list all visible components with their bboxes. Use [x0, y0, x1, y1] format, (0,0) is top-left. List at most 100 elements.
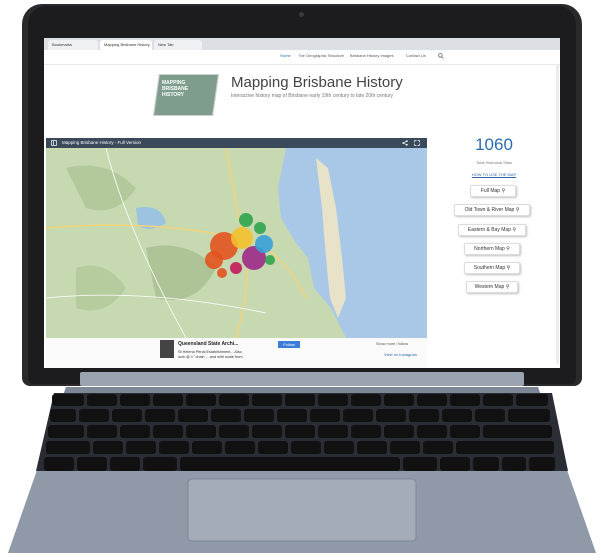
key[interactable] — [376, 409, 406, 422]
key[interactable] — [318, 425, 348, 438]
key[interactable] — [93, 441, 123, 454]
post-text-line2: look @ 1" chain ... and with scale from — [178, 355, 243, 359]
key[interactable] — [48, 425, 84, 438]
sites-count: 1060 — [475, 135, 513, 154]
browser-tab-active[interactable]: Mapping Brisbane History — [100, 40, 152, 50]
key[interactable] — [52, 394, 84, 406]
key[interactable] — [77, 457, 107, 471]
key[interactable] — [417, 425, 447, 438]
key[interactable] — [285, 425, 315, 438]
key[interactable] — [450, 394, 480, 406]
browser-tab[interactable]: New Tab — [154, 40, 202, 50]
key[interactable] — [318, 394, 348, 406]
full-map-button[interactable]: Full Map ⚲ — [470, 185, 516, 197]
key[interactable] — [178, 409, 208, 422]
key[interactable] — [516, 394, 548, 406]
key[interactable] — [475, 409, 505, 422]
key[interactable] — [403, 457, 437, 471]
key[interactable] — [50, 409, 76, 422]
key[interactable] — [423, 441, 453, 454]
key[interactable] — [417, 394, 447, 406]
key[interactable] — [192, 441, 222, 454]
key[interactable] — [351, 425, 381, 438]
key[interactable] — [87, 394, 117, 406]
key[interactable] — [143, 457, 177, 471]
key[interactable] — [390, 441, 420, 454]
key[interactable] — [324, 441, 354, 454]
key[interactable] — [46, 441, 90, 454]
western-map-button[interactable]: Western Map ⚲ — [466, 281, 518, 293]
search-icon: ⚲ — [512, 227, 517, 233]
nav-home[interactable]: Home — [280, 53, 291, 58]
key[interactable] — [508, 409, 550, 422]
key[interactable] — [351, 394, 381, 406]
nav-contact[interactable]: Contact Us — [406, 53, 426, 58]
sidebar-icon[interactable] — [51, 140, 57, 146]
key[interactable] — [153, 425, 183, 438]
key[interactable] — [258, 441, 288, 454]
key[interactable] — [120, 425, 150, 438]
key[interactable] — [343, 409, 373, 422]
key[interactable] — [450, 425, 480, 438]
key[interactable] — [79, 409, 109, 422]
key[interactable] — [252, 394, 282, 406]
nav-geographic-structure[interactable]: The Geographic Structure — [298, 53, 344, 58]
post-thumbnail[interactable] — [160, 340, 174, 358]
share-icon[interactable] — [402, 140, 408, 146]
key[interactable] — [120, 394, 150, 406]
post-author[interactable]: Queensland State Archi... — [178, 341, 238, 347]
how-to-link[interactable]: HOW TO USE THE MAP — [428, 172, 560, 177]
page-scrollbar[interactable] — [556, 64, 559, 364]
key[interactable] — [44, 457, 74, 471]
site-nav: Home The Geographic Structure Brisbane H… — [44, 50, 560, 65]
post-text-line1: St Helena Penal Establishment... Also — [178, 350, 242, 354]
key[interactable] — [384, 394, 414, 406]
map-title: Mapping Brisbane History - Full Version — [62, 140, 142, 145]
key[interactable] — [456, 441, 554, 454]
key[interactable] — [291, 441, 321, 454]
key[interactable] — [483, 394, 513, 406]
key[interactable] — [409, 409, 439, 422]
key[interactable] — [244, 409, 274, 422]
map-canvas[interactable] — [46, 148, 427, 338]
key[interactable] — [112, 409, 142, 422]
key[interactable] — [87, 425, 117, 438]
key[interactable] — [483, 425, 552, 438]
key[interactable] — [126, 441, 156, 454]
southern-map-button[interactable]: Southern Map ⚲ — [464, 262, 520, 274]
view-post-link[interactable]: View on Instagram — [384, 352, 417, 357]
key[interactable] — [277, 409, 307, 422]
browser-tab[interactable]: Bookmarks — [48, 40, 98, 50]
key[interactable] — [502, 457, 526, 471]
key[interactable] — [473, 457, 499, 471]
key[interactable] — [285, 394, 315, 406]
key[interactable] — [219, 394, 249, 406]
key[interactable] — [186, 425, 216, 438]
laptop-screen: Bookmarks Mapping Brisbane History New T… — [44, 38, 560, 368]
key[interactable] — [384, 425, 414, 438]
key[interactable] — [110, 457, 140, 471]
key[interactable] — [159, 441, 189, 454]
key[interactable] — [357, 441, 387, 454]
map-header: Mapping Brisbane History - Full Version — [46, 138, 427, 148]
key[interactable] — [219, 425, 249, 438]
northern-map-button[interactable]: Northern Map ⚲ — [464, 243, 520, 255]
interactive-map[interactable] — [46, 148, 427, 338]
search-icon[interactable] — [438, 53, 444, 59]
key[interactable] — [153, 394, 183, 406]
old-town-river-map-button[interactable]: Old Town & River Map ⚲ — [454, 204, 530, 216]
key[interactable] — [225, 441, 255, 454]
key[interactable] — [440, 457, 470, 471]
key[interactable] — [529, 457, 555, 471]
spacebar[interactable] — [180, 457, 400, 471]
follow-button[interactable]: Follow — [278, 341, 300, 348]
key[interactable] — [186, 394, 216, 406]
nav-history-images[interactable]: Brisbane History Images — [350, 53, 394, 58]
key[interactable] — [442, 409, 472, 422]
key[interactable] — [145, 409, 175, 422]
fullscreen-icon[interactable] — [414, 140, 420, 146]
eastern-bay-map-button[interactable]: Eastern & Bay Map ⚲ — [458, 224, 526, 236]
key[interactable] — [310, 409, 340, 422]
key[interactable] — [252, 425, 282, 438]
key[interactable] — [211, 409, 241, 422]
